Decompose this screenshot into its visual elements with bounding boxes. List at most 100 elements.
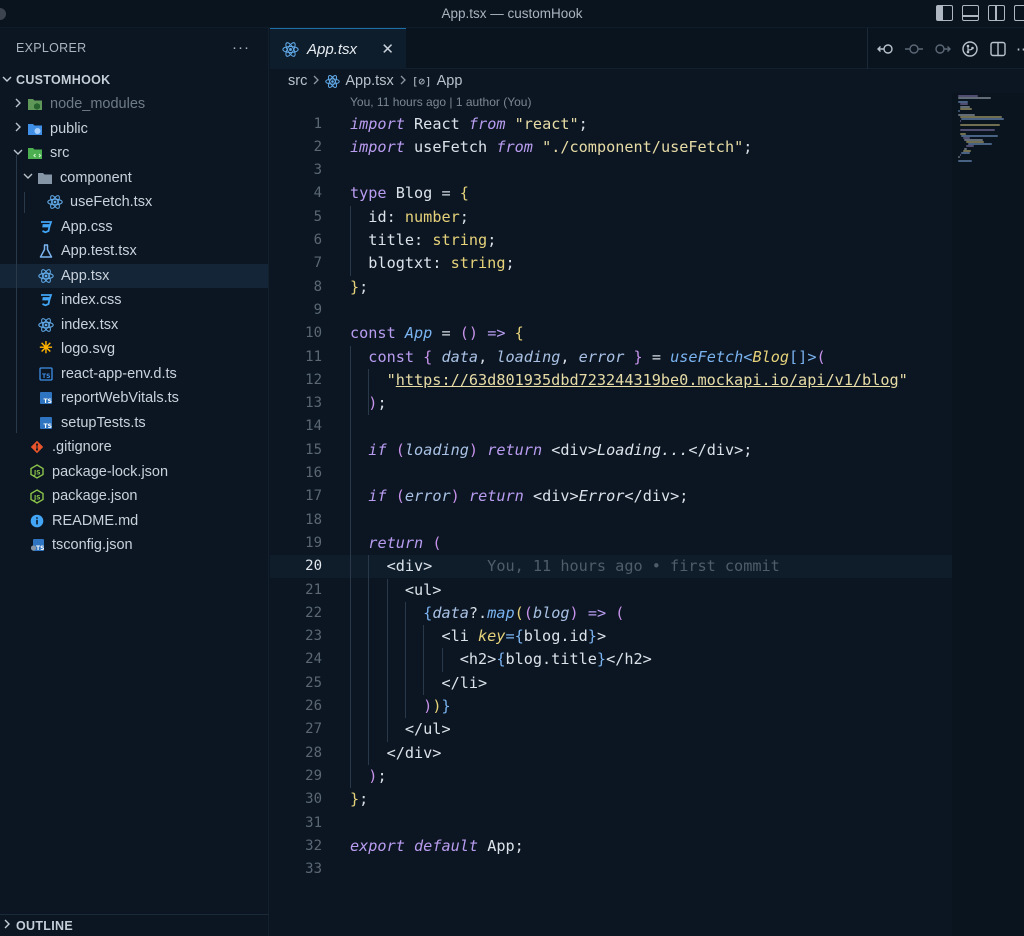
minimap[interactable] xyxy=(952,93,1024,936)
folder-node-modules[interactable]: node_modules xyxy=(0,92,268,117)
tree-item-label: setupTests.ts xyxy=(61,414,146,431)
code-line[interactable]: 20 <div> You, 11 hours ago • first commi… xyxy=(270,555,952,579)
file-package-lock-json[interactable]: JS package-lock.json xyxy=(0,460,268,485)
file-index-tsx[interactable]: index.tsx xyxy=(0,313,268,338)
code-line[interactable]: 22 {data?.map((blog) => ( xyxy=(270,602,952,625)
file-app-css[interactable]: App.css xyxy=(0,215,268,240)
file-package-json[interactable]: JS package.json xyxy=(0,484,268,509)
tree-item-label: App.test.tsx xyxy=(61,243,137,260)
more-actions-icon[interactable]: ⋯ xyxy=(1016,39,1024,59)
project-section-header[interactable]: CUSTOMHOOK xyxy=(0,68,268,92)
code-text: title: string; xyxy=(368,231,497,249)
code-line[interactable]: 29 ); xyxy=(270,765,952,788)
commit-icon[interactable] xyxy=(904,39,924,59)
file-setuptests-ts[interactable]: TS setupTests.ts xyxy=(0,411,268,436)
code-text: ))} xyxy=(423,697,451,715)
toggle-panel-icon[interactable] xyxy=(962,5,979,21)
folder-src[interactable]: src xyxy=(0,141,268,166)
code-line[interactable]: 18 xyxy=(270,509,952,532)
line-number: 25 xyxy=(305,674,322,691)
file-usefetch-tsx[interactable]: useFetch.tsx xyxy=(0,190,268,215)
go-forward-icon[interactable] xyxy=(932,39,952,59)
customize-layout-icon[interactable] xyxy=(1014,5,1024,21)
line-number: 14 xyxy=(305,418,322,435)
chevron-right-icon xyxy=(10,122,26,135)
code-line[interactable]: 19 return ( xyxy=(270,532,952,555)
code-line[interactable]: 11 const { data, loading, error } = useF… xyxy=(270,346,952,369)
code-line[interactable]: 23 <li key={blog.id}> xyxy=(270,625,952,648)
code-line[interactable]: 32 export default App; xyxy=(270,835,952,858)
breadcrumb-symbol[interactable]: App xyxy=(437,73,463,89)
file-react-app-env-d-ts[interactable]: TS react-app-env.d.ts xyxy=(0,362,268,387)
code-line[interactable]: 5 id: number; xyxy=(270,206,952,229)
indent-guide xyxy=(386,578,388,742)
file-tsconfig-json[interactable]: TS tsconfig.json xyxy=(0,533,268,558)
node-json-icon: JS xyxy=(28,464,46,480)
toggle-secondary-sidebar-icon[interactable] xyxy=(988,5,1005,21)
code-line[interactable]: 4 type Blog = { xyxy=(270,182,952,205)
close-icon[interactable]: ✕ xyxy=(381,40,394,58)
code-line[interactable]: 16 xyxy=(270,462,952,485)
code-line[interactable]: 17 if (error) return <div>Error</div>; xyxy=(270,485,952,508)
svg-text:TS: TS xyxy=(42,373,50,380)
code-line[interactable]: 7 blogtxt: string; xyxy=(270,252,952,275)
folder-public[interactable]: public xyxy=(0,117,268,142)
react-icon xyxy=(282,41,299,58)
code-line[interactable]: 31 xyxy=(270,812,952,835)
svg-icon: ✳ xyxy=(39,340,53,358)
code-line[interactable]: 28 </div> xyxy=(270,742,952,765)
code-line[interactable]: 30}; xyxy=(270,788,952,811)
code-line[interactable]: 3 xyxy=(270,159,952,182)
tree-indent-guide xyxy=(16,155,17,433)
folder-component[interactable]: component xyxy=(0,166,268,191)
file-gitignore[interactable]: .gitignore xyxy=(0,435,268,460)
symbol-variable-icon: [⊘] xyxy=(411,74,432,88)
svg-text:TS: TS xyxy=(44,398,52,405)
codelens-blame[interactable]: You, 11 hours ago | 1 author (You) xyxy=(350,95,531,109)
line-number: 24 xyxy=(305,651,322,668)
code-line[interactable]: 6 title: string; xyxy=(270,229,952,252)
tree-item-label: App.tsx xyxy=(61,267,110,284)
file-reportwebvitals-ts[interactable]: TS reportWebVitals.ts xyxy=(0,386,268,411)
file-readme-md[interactable]: README.md xyxy=(0,509,268,534)
code-line[interactable]: 15 if (loading) return <div>Loading...</… xyxy=(270,439,952,462)
tab-app-tsx[interactable]: App.tsx ✕ xyxy=(270,28,406,69)
indent-guide xyxy=(368,368,370,416)
code-line[interactable]: 33 xyxy=(270,858,952,881)
code-line[interactable]: 1 import React from "react"; xyxy=(270,113,952,136)
code-line[interactable]: 25 </li> xyxy=(270,672,952,695)
code-editor[interactable]: You, 11 hours ago | 1 author (You) 1 impo… xyxy=(270,93,952,936)
code-line[interactable]: 21 <ul> xyxy=(270,579,952,602)
code-line[interactable]: 8}; xyxy=(270,276,952,299)
indent-guide xyxy=(441,648,443,672)
code-line[interactable]: 12 "https://63d801935dbd723244319be0.moc… xyxy=(270,369,952,392)
line-number: 32 xyxy=(305,837,322,854)
tree-item-label: react-app-env.d.ts xyxy=(61,365,177,382)
file-logo-svg[interactable]: ✳ logo.svg xyxy=(0,337,268,362)
line-number: 23 xyxy=(305,628,322,645)
git-compare-icon[interactable] xyxy=(960,39,980,59)
code-line[interactable]: 13 ); xyxy=(270,392,952,415)
chevron-right-icon xyxy=(10,98,26,111)
tree-item-label: index.tsx xyxy=(61,316,119,333)
toggle-primary-sidebar-icon[interactable] xyxy=(936,5,953,21)
code-line[interactable]: 14 xyxy=(270,415,952,438)
code-line[interactable]: 9 xyxy=(270,299,952,322)
file-index-css[interactable]: index.css xyxy=(0,288,268,313)
code-line[interactable]: 26 ))} xyxy=(270,695,952,718)
code-line[interactable]: 27 </ul> xyxy=(270,718,952,741)
editor-actions: ⋯ xyxy=(867,28,1024,69)
file-app-test-tsx[interactable]: App.test.tsx xyxy=(0,239,268,264)
outline-title: OUTLINE xyxy=(16,918,73,933)
breadcrumb-file[interactable]: App.tsx xyxy=(345,73,393,89)
split-editor-icon[interactable] xyxy=(988,39,1008,59)
code-line[interactable]: 10 const App = () => { xyxy=(270,322,952,345)
go-back-icon[interactable] xyxy=(876,39,896,59)
code-text: </div> xyxy=(386,743,442,762)
ellipsis-icon[interactable]: ··· xyxy=(232,39,250,56)
code-line[interactable]: 2 import useFetch from "./component/useFe… xyxy=(270,136,952,159)
file-app-tsx[interactable]: App.tsx xyxy=(0,263,268,288)
code-line[interactable]: 24 <h2>{blog.title}</h2> xyxy=(270,648,952,671)
breadcrumb-folder[interactable]: src xyxy=(288,73,307,89)
outline-section-header[interactable]: OUTLINE xyxy=(0,914,269,936)
